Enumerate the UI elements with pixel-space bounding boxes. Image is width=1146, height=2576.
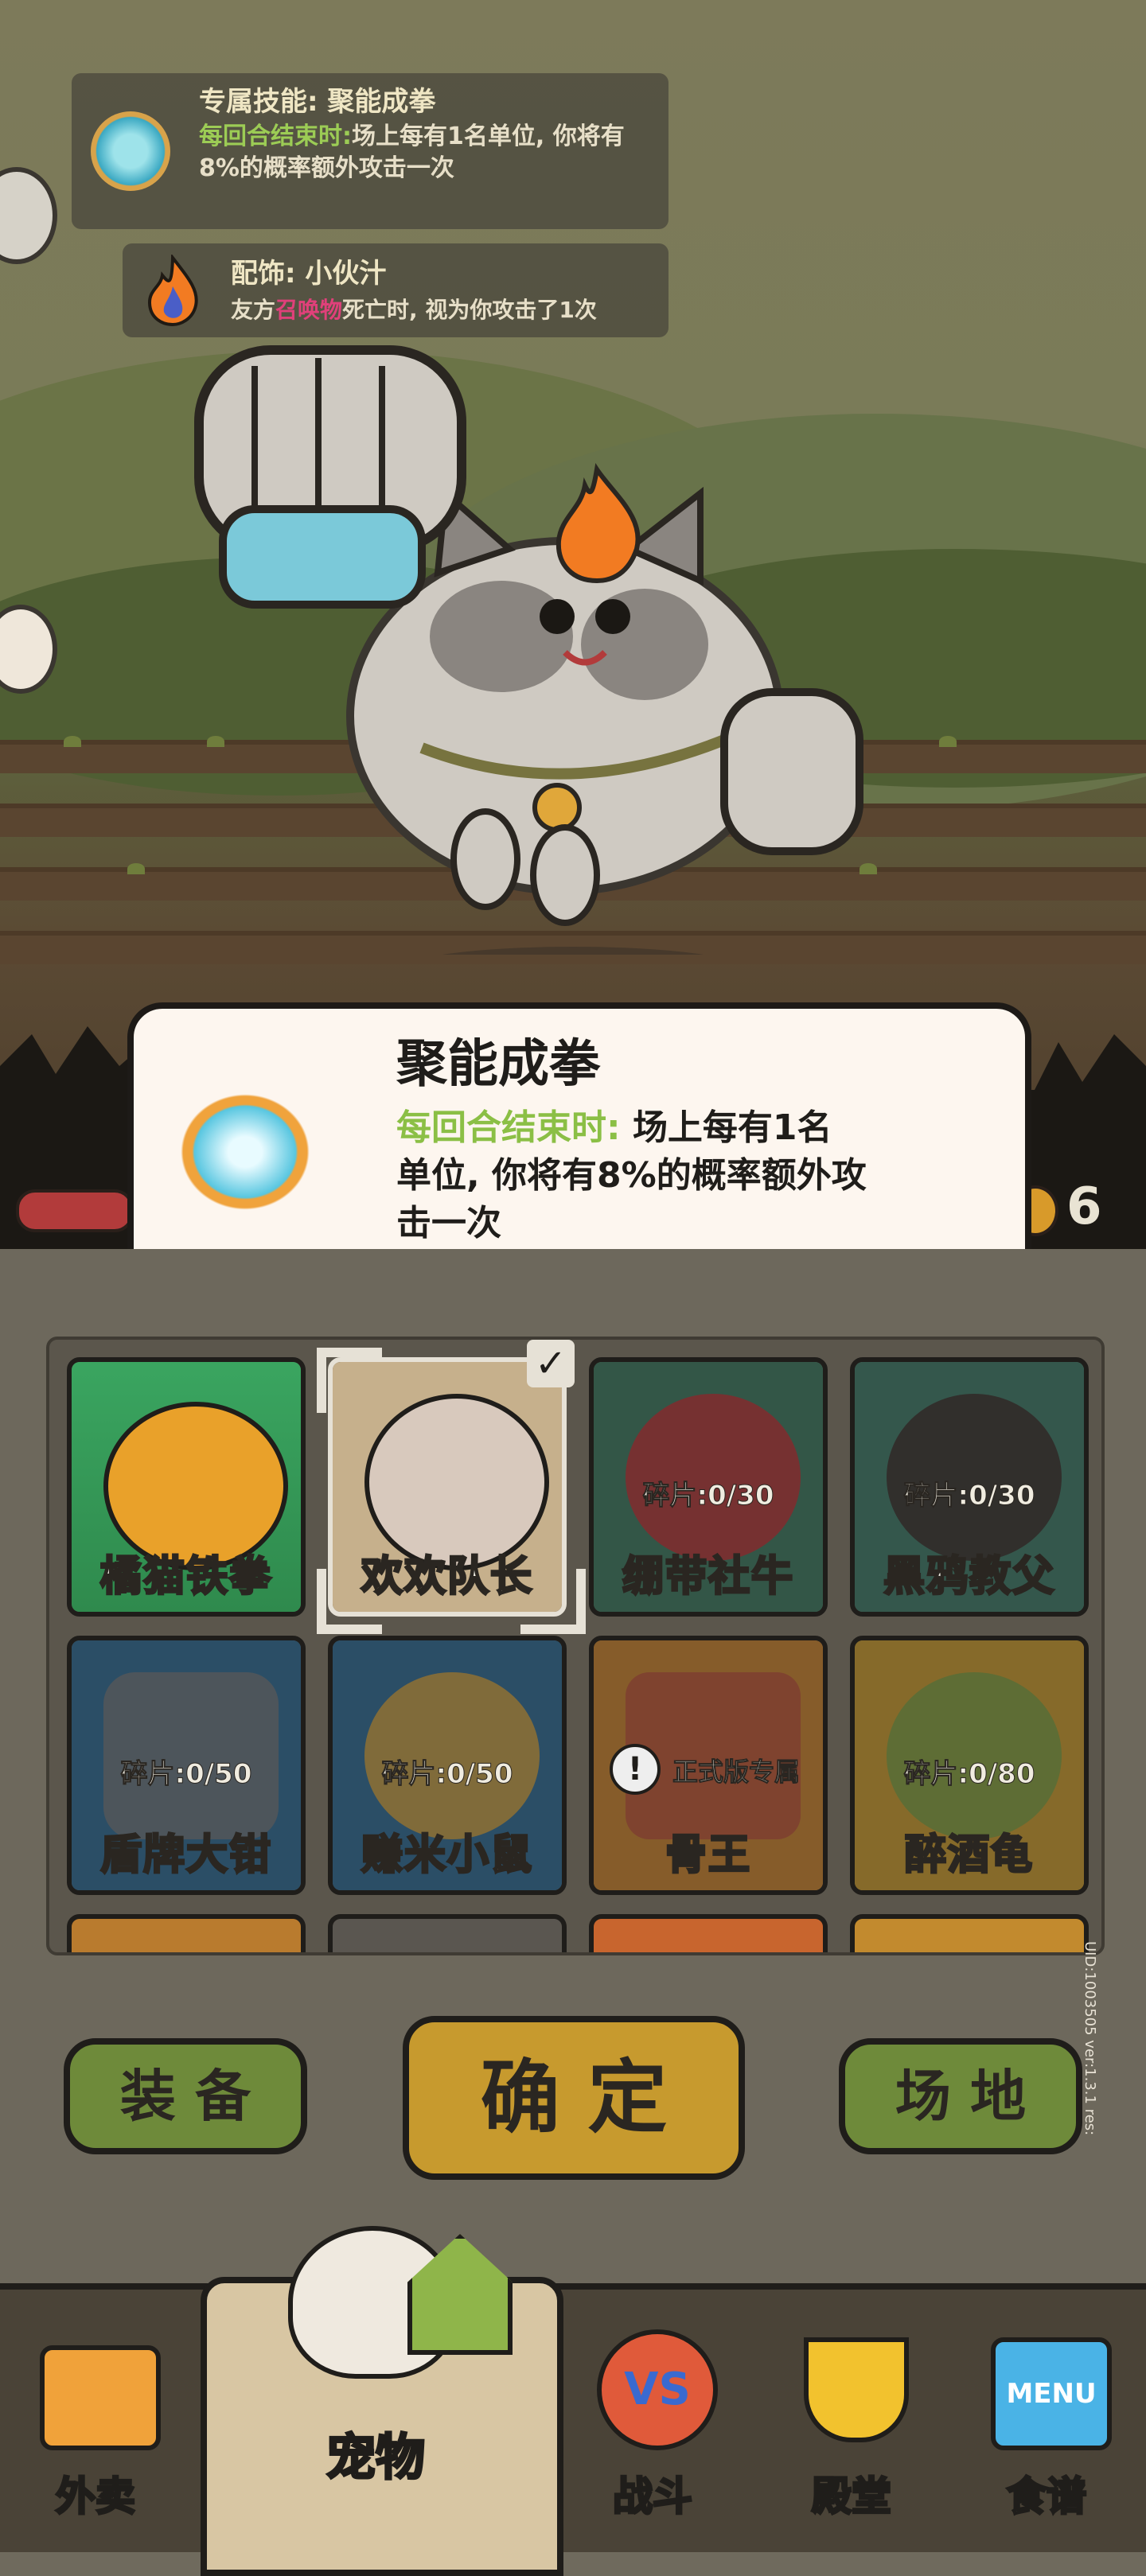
pet-card-partial[interactable] — [589, 1914, 828, 1952]
nav-tab-pet[interactable]: 宠物 — [209, 2218, 543, 2552]
pet-card-grid: 橘猫铁拳 欢欢队长 ✓ 碎片:0/30 绷带社牛 碎片:0/30 黑鸦教父 碎片… — [46, 1337, 1105, 1955]
accessory-text-highlight: 召唤物 — [275, 297, 343, 323]
enemy-ghost-avatar[interactable] — [0, 167, 57, 264]
nav-tab-battle[interactable]: VS 战斗 — [557, 2290, 748, 2552]
pet-card-6[interactable]: ! 正式版专属 骨王 — [589, 1636, 828, 1895]
pet-name: 黑鸦教父 — [882, 1552, 1055, 1602]
selected-check-icon: ✓ — [527, 1340, 575, 1387]
nav-tab-hall[interactable]: 殿堂 — [756, 2290, 947, 2552]
selection-bracket-bottom-left — [317, 1569, 382, 1634]
takeout-box-icon — [40, 2345, 161, 2450]
versus-battle-icon: VS — [597, 2329, 718, 2450]
trophy-icon — [804, 2337, 909, 2442]
coin-count: 6 — [1066, 1177, 1102, 1236]
equip-button[interactable]: 装 备 — [64, 2038, 307, 2154]
selection-bracket-bottom-right — [520, 1569, 586, 1634]
exclusive-skill-panel: 专属技能: 聚能成拳 每回合结束时:场上每有1名单位, 你将有8%的概率额外攻击… — [72, 73, 668, 229]
nav-label-pet: 宠物 — [325, 2427, 426, 2488]
nav-tab-takeout[interactable]: 外卖 — [0, 2290, 191, 2552]
confirm-button[interactable]: 确 定 — [403, 2016, 745, 2180]
accessory-text-pre: 友方 — [231, 297, 276, 323]
tooltip-line1: 场上每有1名 — [632, 1107, 832, 1148]
skill-panel-title: 专属技能: 聚能成拳 — [199, 86, 436, 118]
version-text: UID:1003505 ver:1.3.1 res: — [1082, 1941, 1098, 2136]
pet-card-4[interactable]: 碎片:0/50 盾牌大钳 — [67, 1636, 306, 1895]
fragment-count: 碎片:0/80 — [903, 1758, 1035, 1791]
pet-card-5[interactable]: 碎片:0/50 赚米小鼠 — [328, 1636, 567, 1895]
pet-card-0[interactable]: 橘猫铁拳 — [67, 1357, 306, 1617]
pet-name: 赚米小鼠 — [360, 1831, 533, 1881]
exclusive-label: 正式版专属 — [672, 1757, 800, 1788]
pet-card-3[interactable]: 碎片:0/30 黑鸦教父 — [850, 1357, 1089, 1617]
cat-pet-character[interactable] — [183, 334, 899, 955]
pet-name: 绷带社牛 — [621, 1552, 794, 1602]
pet-name: 盾牌大钳 — [99, 1831, 272, 1881]
skill-panel-timing: 每回合结束时: — [199, 123, 352, 150]
flame-accessory-icon — [147, 255, 198, 326]
fragment-count: 碎片:0/30 — [903, 1480, 1035, 1512]
tooltip-title: 聚能成拳 — [396, 1035, 600, 1094]
selection-bracket-top-left — [317, 1348, 382, 1413]
accessory-text-post: 死亡时, 视为你攻击了1次 — [342, 297, 597, 323]
pet-card-2[interactable]: 碎片:0/30 绷带社牛 — [589, 1357, 828, 1617]
fragment-count: 碎片:0/30 — [642, 1480, 774, 1512]
pet-card-partial[interactable] — [850, 1914, 1089, 1952]
tooltip-line2: 单位, 你将有8%的概率额外攻 — [396, 1155, 867, 1196]
tooltip-line3: 击一次 — [396, 1203, 501, 1243]
hp-bar — [16, 1189, 134, 1232]
tooltip-timing: 每回合结束时: — [396, 1107, 621, 1148]
field-button[interactable]: 场 地 — [839, 2038, 1082, 2154]
nav-tab-recipe[interactable]: MENU 食谱 — [951, 2290, 1142, 2552]
nav-label-takeout: 外卖 — [55, 2473, 137, 2521]
pet-card-partial[interactable] — [67, 1914, 306, 1952]
nav-label-battle: 战斗 — [612, 2473, 694, 2521]
pet-card-partial[interactable] — [328, 1914, 567, 1952]
accessory-panel-title: 配饰: 小伙汁 — [231, 258, 387, 290]
pet-card-7[interactable]: 碎片:0/80 醉酒龟 — [850, 1636, 1089, 1895]
energy-fist-skill-icon — [91, 111, 170, 191]
fragment-count: 碎片:0/50 — [120, 1758, 252, 1791]
energy-fist-tooltip-icon — [166, 1080, 325, 1224]
nav-label-hall: 殿堂 — [811, 2473, 893, 2521]
pet-name: 橘猫铁拳 — [99, 1552, 272, 1602]
menu-book-icon: MENU — [991, 2337, 1112, 2450]
accessory-panel: 配饰: 小伙汁 友方召唤物死亡时, 视为你攻击了1次 — [123, 243, 668, 337]
pet-name: 骨王 — [664, 1831, 751, 1881]
nav-label-recipe: 食谱 — [1006, 2473, 1088, 2521]
bottom-navigation: 外卖 宠物 VS 战斗 殿堂 MENU 食谱 — [0, 2226, 1146, 2576]
pet-name: 醉酒龟 — [903, 1831, 1034, 1881]
fragment-count: 碎片:0/50 — [381, 1758, 513, 1791]
